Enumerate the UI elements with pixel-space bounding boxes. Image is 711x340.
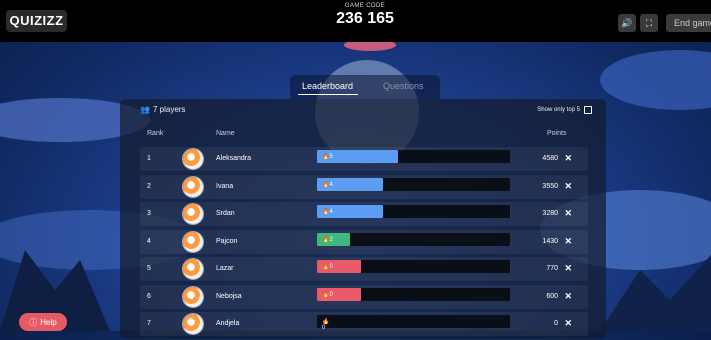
remove-player-button[interactable]: ✕ [564, 318, 572, 329]
column-header-name: Name [216, 130, 235, 137]
leaderboard-row: 5 Lazar 🔥0 770 ✕ [140, 257, 588, 281]
game-code-value: 236 165 [336, 10, 394, 27]
remove-player-button[interactable]: ✕ [564, 153, 572, 164]
remove-player-button[interactable]: ✕ [564, 291, 572, 302]
row-points: 4580 [542, 155, 558, 162]
show-top-toggle[interactable]: Show only top 5 [537, 106, 592, 114]
avatar [183, 259, 203, 279]
progress-track: 🔥2 [317, 232, 510, 246]
progress-bar: 🔥4 [317, 205, 383, 218]
progress-bar: 🔥0 [317, 287, 362, 301]
fullscreen-button[interactable]: ⛶ [640, 14, 658, 32]
tab-questions[interactable]: Questions [383, 81, 424, 91]
streak-count: 🔥4 [322, 181, 333, 188]
streak-count: 🔥2 [322, 236, 333, 243]
column-header-rank: Rank [147, 130, 164, 137]
row-rank: 6 [147, 292, 151, 300]
top-bar: QUIZIZZ GAME CODE 236 165 🔊 ⛶ End game [0, 0, 711, 42]
progress-bar: 🔥5 [317, 150, 399, 163]
avatar [183, 231, 203, 252]
progress-bar: 🔥0 [317, 260, 362, 273]
game-code-block: GAME CODE 236 165 [300, 3, 430, 28]
quizizz-logo: QUIZIZZ [6, 10, 67, 32]
remove-player-button[interactable]: ✕ [564, 181, 572, 192]
leaderboard-row: 6 Nebojsa 🔥0 600 ✕ [140, 284, 588, 309]
show-top-checkbox[interactable] [584, 106, 592, 114]
row-rank: 4 [147, 237, 151, 245]
tab-leaderboard[interactable]: Leaderboard [302, 81, 353, 91]
sound-button[interactable]: 🔊 [618, 14, 636, 32]
game-code-label: GAME CODE [344, 3, 386, 9]
leaderboard-row: 4 Pajcon 🔥2 1430 ✕ [140, 229, 588, 254]
progress-track: 🔥0 [317, 287, 510, 301]
streak-count: 🔥0 [322, 291, 333, 298]
progress-track: 🔥4 [317, 177, 510, 191]
help-icon: ⓘ [29, 317, 38, 327]
avatar [183, 176, 203, 197]
progress-track: 🔥5 [317, 150, 510, 163]
row-rank: 2 [147, 182, 151, 190]
remove-player-button[interactable]: ✕ [564, 208, 572, 219]
streak-count: 🔥0 [322, 264, 333, 270]
players-icon: 👥 [140, 105, 150, 114]
leaderboard-row: 3 Srdan 🔥4 3280 ✕ [140, 202, 588, 226]
row-name: Lazar [216, 265, 234, 272]
row-points: 770 [546, 265, 558, 272]
row-name: Ivana [216, 182, 234, 190]
speaker-icon: 🔊 [621, 17, 633, 28]
players-count-label: 7 players [152, 105, 186, 114]
remove-player-button[interactable]: ✕ [564, 236, 572, 247]
show-top-label: Show only top 5 [537, 107, 580, 113]
streak-count: 🔥5 [322, 154, 333, 160]
players-count: 👥 7 players [140, 105, 185, 114]
streak-count: 🔥0 [322, 319, 330, 331]
remove-player-button[interactable]: ✕ [564, 263, 572, 274]
row-name: Srdan [216, 210, 235, 217]
progress-bar: 🔥4 [317, 177, 383, 191]
row-rank: 1 [147, 155, 151, 162]
progress-track: 🔥4 [317, 205, 510, 218]
leaderboard-row: 1 Aleksandra 🔥5 4580 ✕ [140, 147, 588, 171]
avatar [183, 314, 203, 334]
avatar [183, 149, 203, 169]
avatar [183, 204, 203, 224]
help-label: Help [40, 317, 57, 327]
row-rank: 3 [147, 210, 151, 217]
row-rank: 7 [147, 320, 151, 327]
column-header-points: Points [547, 130, 567, 137]
row-rank: 5 [147, 265, 151, 272]
end-game-button[interactable]: End game [666, 14, 711, 32]
fullscreen-icon: ⛶ [645, 17, 653, 28]
row-name: Andjela [216, 320, 240, 327]
row-name: Pajcon [216, 237, 238, 245]
row-points: 600 [546, 292, 558, 300]
progress-track: 🔥0 [317, 315, 510, 331]
active-tab-indicator [298, 94, 358, 95]
avatar [183, 286, 203, 307]
leaderboard-row: 2 Ivana 🔥4 3550 ✕ [140, 174, 588, 199]
help-button[interactable]: ⓘ Help [19, 313, 67, 331]
row-points: 3280 [542, 210, 558, 217]
streak-count: 🔥4 [322, 209, 333, 215]
leaderboard-rows: 1 Aleksandra 🔥5 4580 ✕ 2 Ivana 🔥4 3550 ✕ [140, 147, 588, 340]
row-name: Aleksandra [216, 155, 252, 162]
row-points: 0 [554, 320, 558, 327]
tab-bar: Leaderboard Questions [290, 75, 440, 99]
row-name: Nebojsa [216, 292, 242, 300]
leaderboard-panel: 👥 7 players Show only top 5 Rank Name Po… [120, 99, 606, 339]
progress-track: 🔥0 [317, 260, 510, 273]
progress-bar: 🔥2 [317, 232, 350, 246]
leaderboard-row: 7 Andjela 🔥0 0 ✕ [140, 312, 588, 336]
row-points: 3550 [542, 182, 558, 190]
row-points: 1430 [542, 237, 558, 245]
